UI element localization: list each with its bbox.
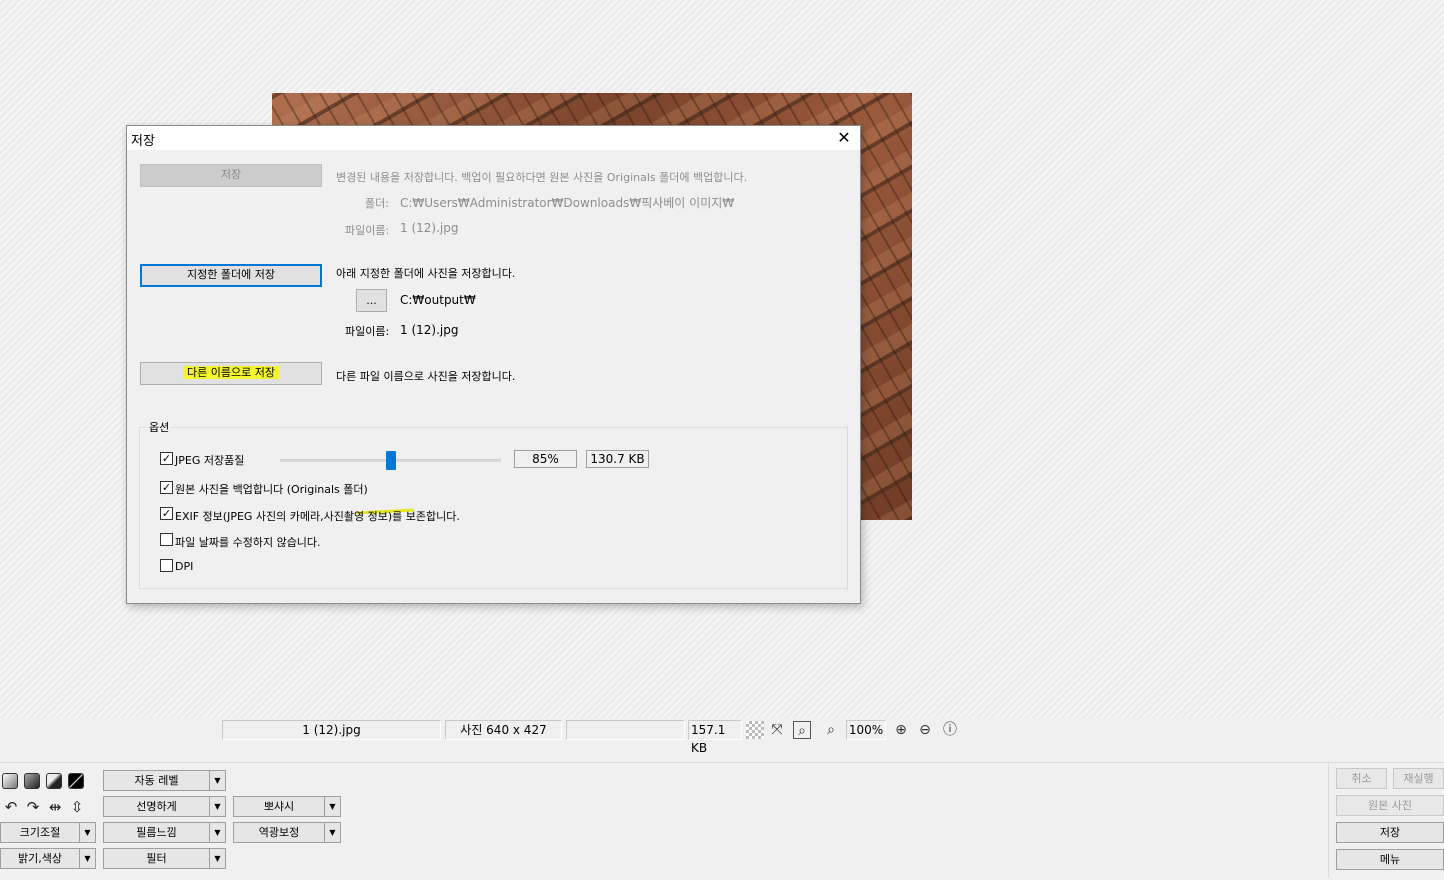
save-dialog: 저장 ✕ 저장 변경된 내용을 저장합니다. 백업이 필요하다면 원본 사진을 … (126, 125, 861, 604)
save-to-folder-description: 아래 지정한 폴더에 사진을 저장합니다. (336, 267, 516, 280)
keep-exif-checkbox[interactable]: ✓ (160, 507, 173, 520)
chevron-down-icon: ▼ (324, 823, 340, 842)
flip-vertical-icon[interactable]: ⇳ (68, 798, 86, 816)
save-filename-value: 1 (12).jpg (400, 221, 459, 235)
flip-horizontal-icon[interactable]: ⇹ (46, 798, 64, 816)
keep-file-date-label: 파일 날짜를 수정하지 않습니다. (175, 536, 321, 549)
jpeg-quality-value: 85% (514, 450, 577, 468)
save-description: 변경된 내용을 저장합니다. 백업이 필요하다면 원본 사진을 Original… (336, 171, 748, 184)
keep-exif-label: EXIF 정보(JPEG 사진의 카메라,사진촬영 정보)를 보존합니다. (175, 510, 460, 523)
sharpen-label: 선명하게 (136, 800, 177, 813)
chevron-down-icon: ▼ (209, 771, 225, 790)
status-filename: 1 (12).jpg (222, 720, 441, 740)
keep-file-date-checkbox[interactable] (160, 533, 173, 546)
redo-button[interactable]: 재실행 (1393, 768, 1444, 789)
save-as-button[interactable]: 다른 이름으로 저장 (140, 362, 322, 385)
backlight-label: 역광보정 (258, 826, 300, 839)
auto-level-label: 자동 레벨 (134, 774, 179, 787)
output-folder-value: C:₩output₩ (400, 293, 476, 307)
resize-dropdown[interactable]: 크기조절 ▼ (0, 822, 96, 843)
vignette-label: 뽀샤시 (263, 800, 295, 813)
dpi-label: DPI (175, 560, 194, 573)
zoom-fit-icon[interactable]: ⌕ (793, 721, 811, 739)
backup-original-checkbox[interactable]: ✓ (160, 481, 173, 494)
status-filesize: 157.1 KB (688, 720, 742, 755)
save-filename-label: 파일이름: (345, 224, 390, 237)
chevron-down-icon: ▼ (209, 797, 225, 816)
save-button[interactable]: 저장 (140, 164, 322, 187)
rotate-left-icon[interactable]: ↶ (2, 798, 20, 816)
filter-dropdown[interactable]: 필터 ▼ (103, 848, 226, 869)
backup-original-label: 원본 사진을 백업합니다 (Originals 폴더) (175, 483, 368, 496)
menu-button[interactable]: 메뉴 (1336, 849, 1444, 870)
status-dimensions: 사진 640 x 427 (445, 720, 562, 740)
original-photo-button[interactable]: 원본 사진 (1336, 795, 1444, 816)
save-as-description: 다른 파일 이름으로 사진을 저장합니다. (336, 370, 516, 383)
film-look-label: 필름느낌 (136, 826, 177, 839)
browse-folder-button[interactable]: ... (356, 289, 387, 312)
status-zoom: 100% (846, 720, 886, 740)
toolbar-save-button[interactable]: 저장 (1336, 822, 1444, 843)
jpeg-quality-label: JPEG 저장품질 (175, 454, 245, 467)
save-folder-label: 폴더: (365, 197, 389, 210)
chevron-down-icon: ▼ (209, 823, 225, 842)
backlight-dropdown[interactable]: 역광보정 ▼ (233, 822, 341, 843)
estimated-size-value: 130.7 KB (586, 450, 649, 468)
dpi-checkbox[interactable] (160, 559, 173, 572)
chevron-down-icon: ▼ (79, 849, 95, 868)
brightness-color-label: 밝기,색상 (18, 852, 62, 865)
rotate-right-icon[interactable]: ↷ (24, 798, 42, 816)
chevron-down-icon: ▼ (79, 823, 95, 842)
film-look-dropdown[interactable]: 필름느낌 ▼ (103, 822, 226, 843)
save-as-label: 다른 이름으로 저장 (183, 366, 279, 379)
toolbar-divider (1328, 762, 1329, 878)
auto-level-dropdown[interactable]: 자동 레벨 ▼ (103, 770, 226, 791)
options-legend: 옵션 (147, 419, 172, 435)
info-icon[interactable]: ⓘ (941, 721, 959, 739)
dialog-title: 저장 (131, 134, 155, 149)
filter-label: 필터 (146, 852, 167, 865)
jpeg-quality-slider-thumb[interactable] (385, 451, 396, 470)
zoom-in-icon[interactable]: ⊕ (892, 721, 910, 739)
close-icon[interactable]: ✕ (834, 128, 854, 148)
status-empty (566, 720, 685, 740)
dialog-titlebar[interactable]: 저장 ✕ (127, 126, 860, 150)
chevron-down-icon: ▼ (324, 797, 340, 816)
save-folder-value: C:₩Users₩Administrator₩Downloads₩픽사베이 이미… (400, 196, 735, 210)
tone-invert-icon[interactable] (68, 773, 84, 789)
sharpen-dropdown[interactable]: 선명하게 ▼ (103, 796, 226, 817)
save-to-folder-button[interactable]: 지정한 폴더에 저장 (140, 264, 322, 287)
jpeg-quality-checkbox[interactable]: ✓ (160, 452, 173, 465)
brightness-color-dropdown[interactable]: 밝기,색상 ▼ (0, 848, 96, 869)
zoom-actual-icon[interactable]: ⌕ (822, 721, 840, 739)
zoom-out-icon[interactable]: ⊖ (916, 721, 934, 739)
fit-window-icon[interactable]: ⤧ (768, 721, 786, 739)
output-filename-label: 파일이름: (345, 325, 390, 338)
vignette-dropdown[interactable]: 뽀샤시 ▼ (233, 796, 341, 817)
chevron-down-icon: ▼ (209, 849, 225, 868)
cancel-button[interactable]: 취소 (1336, 768, 1387, 789)
output-filename-value: 1 (12).jpg (400, 323, 459, 337)
tone-light-icon[interactable] (2, 773, 18, 789)
status-bar: 1 (12).jpg 사진 640 x 427 157.1 KB ⤧ ⌕ ⌕ 1… (0, 718, 1444, 755)
tone-contrast-icon[interactable] (46, 773, 62, 789)
transparency-icon[interactable] (746, 721, 764, 739)
resize-label: 크기조절 (19, 826, 61, 839)
tone-dark-icon[interactable] (24, 773, 40, 789)
